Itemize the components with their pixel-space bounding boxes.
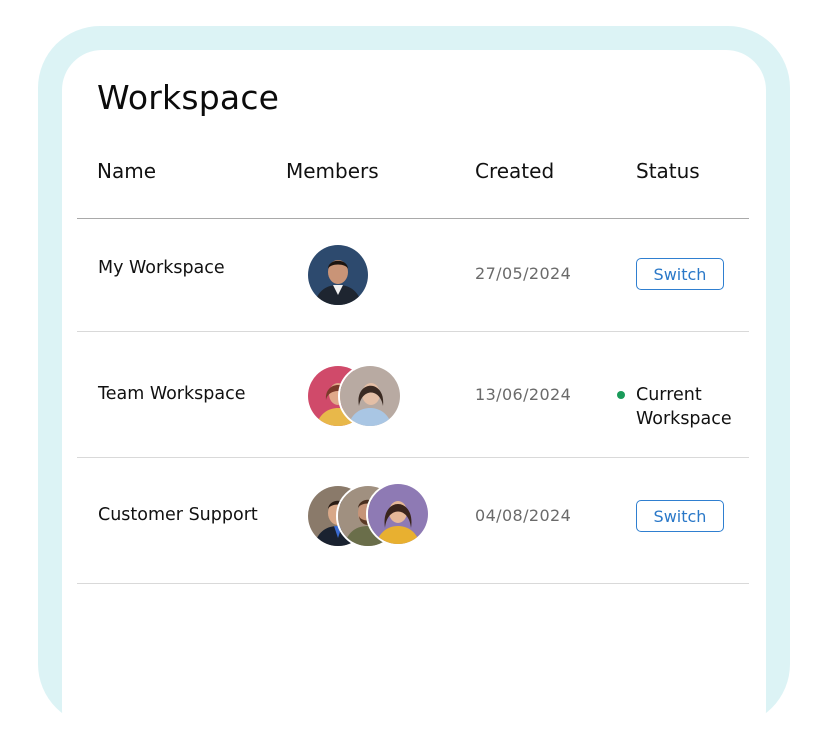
- page-title: Workspace: [97, 78, 280, 117]
- created-date: 13/06/2024: [475, 385, 572, 404]
- status-label: Current Workspace: [636, 383, 732, 431]
- status-label-line: Current: [636, 385, 702, 405]
- switch-button[interactable]: Switch: [636, 258, 724, 290]
- status-label-line: Workspace: [636, 409, 732, 429]
- row-divider: [77, 583, 749, 584]
- row-divider: [77, 331, 749, 332]
- column-header-status: Status: [636, 159, 700, 183]
- created-date: 27/05/2024: [475, 264, 572, 283]
- column-header-name: Name: [97, 159, 157, 183]
- workspace-name: My Workspace: [98, 258, 225, 278]
- created-date: 04/08/2024: [475, 506, 572, 525]
- workspace-name: Team Workspace: [98, 384, 246, 404]
- column-header-created: Created: [475, 159, 555, 183]
- row-divider: [77, 457, 749, 458]
- switch-button[interactable]: Switch: [636, 500, 724, 532]
- active-dot-icon: [617, 391, 625, 399]
- member-avatar: [306, 243, 370, 307]
- workspace-name: Customer Support: [98, 505, 258, 525]
- column-header-members: Members: [286, 159, 379, 183]
- member-avatar: [366, 482, 430, 546]
- member-avatar: [338, 364, 402, 428]
- header-divider: [77, 218, 749, 219]
